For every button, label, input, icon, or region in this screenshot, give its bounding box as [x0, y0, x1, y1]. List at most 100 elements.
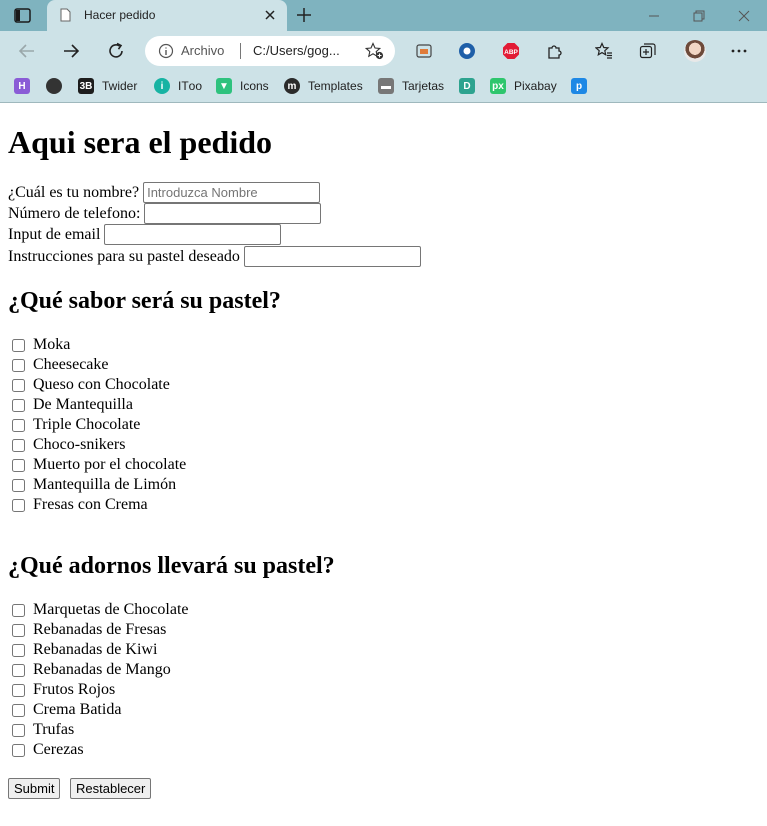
submit-button[interactable]: Submit: [8, 778, 61, 799]
address-url[interactable]: C:/Users/gog...: [253, 43, 340, 58]
flavor-option[interactable]: Triple Chocolate: [8, 416, 140, 434]
forward-icon[interactable]: [62, 42, 80, 60]
flavor-checkbox[interactable]: [12, 458, 25, 472]
topping-option[interactable]: Trufas: [8, 721, 74, 739]
topping-label: Rebanadas de Fresas: [33, 621, 167, 638]
flavor-option[interactable]: Fresas con Crema: [8, 496, 148, 514]
profile-avatar[interactable]: [684, 40, 706, 62]
name-input[interactable]: [143, 182, 321, 203]
flavor-label: Mantequilla de Limón: [33, 476, 177, 493]
name-field-row: ¿Cuál es tu nombre?: [8, 182, 321, 203]
extension-blue-icon[interactable]: [458, 42, 476, 60]
name-label: ¿Cuál es tu nombre?: [8, 183, 140, 201]
more-options-icon[interactable]: [730, 42, 748, 60]
new-tab-icon[interactable]: [296, 7, 312, 23]
topping-label: Trufas: [33, 721, 75, 738]
topping-checkbox[interactable]: [12, 683, 25, 697]
flavor-label: Moka: [33, 336, 71, 353]
topping-option[interactable]: Marquetas de Chocolate: [8, 601, 189, 619]
bookmark-item[interactable]: ▬ Tarjetas: [378, 77, 444, 95]
flavor-checkbox[interactable]: [12, 398, 25, 412]
flavor-checkbox[interactable]: [12, 498, 25, 512]
bookmark-item[interactable]: px Pixabay: [490, 77, 557, 95]
address-bar[interactable]: Archivo C:/Users/gog...: [145, 36, 395, 66]
topping-label: Cerezas: [33, 741, 84, 758]
flavor-label: Fresas con Crema: [33, 496, 148, 513]
bookmark-label: Tarjetas: [402, 79, 445, 93]
topping-checkbox[interactable]: [12, 743, 25, 757]
flavor-checkbox[interactable]: [12, 358, 25, 372]
bookmark-item[interactable]: 3B Twider: [78, 77, 137, 95]
flavor-option[interactable]: Mantequilla de Limón: [8, 476, 176, 494]
address-scheme-label: Archivo: [181, 43, 225, 58]
h-bookmark-icon: H: [14, 78, 30, 94]
topping-checkbox[interactable]: [12, 603, 25, 617]
close-window-icon[interactable]: [737, 9, 751, 23]
topping-option[interactable]: Cerezas: [8, 741, 84, 759]
address-separator: [240, 43, 241, 59]
toppings-heading: ¿Qué adornos llevará su pastel?: [8, 553, 335, 579]
topping-label: Rebanadas de Kiwi: [33, 641, 158, 658]
tab-title: Hacer pedido: [84, 8, 156, 22]
flavor-label: Choco-snikers: [33, 436, 126, 453]
github-icon: [46, 78, 62, 94]
sidebar-toggle-icon[interactable]: [14, 8, 31, 23]
flavor-option[interactable]: Choco-snikers: [8, 436, 125, 454]
topping-option[interactable]: Rebanadas de Fresas: [8, 621, 166, 639]
flavors-heading: ¿Qué sabor será su pastel?: [8, 288, 281, 314]
collections-icon[interactable]: [639, 42, 657, 60]
flavor-option[interactable]: Cheesecake: [8, 356, 109, 374]
adblock-plus-icon[interactable]: ABP: [502, 42, 520, 60]
topping-label: Marquetas de Chocolate: [33, 601, 189, 618]
flavor-option[interactable]: Queso con Chocolate: [8, 376, 170, 394]
topping-option[interactable]: Rebanadas de Mango: [8, 661, 171, 679]
flavor-option[interactable]: Muerto por el chocolate: [8, 456, 186, 474]
bookmark-item[interactable]: D: [459, 77, 483, 95]
bookmark-item[interactable]: ▼ Icons: [216, 77, 269, 95]
minimize-icon[interactable]: [647, 9, 661, 23]
flavor-option[interactable]: De Mantequilla: [8, 396, 133, 414]
favorites-icon[interactable]: [595, 42, 613, 60]
bookmark-item[interactable]: p: [571, 77, 595, 95]
reset-button[interactable]: Restablecer: [70, 778, 152, 799]
bookmark-label: Templates: [308, 79, 363, 93]
add-favorite-icon[interactable]: [365, 42, 384, 60]
topping-label: Frutos Rojos: [33, 681, 116, 698]
info-icon[interactable]: [158, 43, 174, 59]
flavor-checkbox[interactable]: [12, 378, 25, 392]
email-input[interactable]: [104, 224, 282, 245]
twider-icon: 3B: [78, 78, 94, 94]
browser-tab[interactable]: Hacer pedido: [47, 0, 287, 31]
topping-option[interactable]: Crema Batida: [8, 701, 121, 719]
pixabay-icon: px: [490, 78, 506, 94]
flavor-option[interactable]: Moka: [8, 336, 70, 354]
restore-icon[interactable]: [692, 9, 706, 23]
flavor-checkbox[interactable]: [12, 418, 25, 432]
phone-input[interactable]: [144, 203, 322, 224]
topping-checkbox[interactable]: [12, 703, 25, 717]
flavor-checkbox[interactable]: [12, 338, 25, 352]
close-tab-icon[interactable]: [264, 9, 276, 21]
bookmark-item[interactable]: [46, 77, 70, 95]
bookmark-item[interactable]: H: [14, 77, 38, 95]
extensions-puzzle-icon[interactable]: [546, 42, 564, 60]
back-icon[interactable]: [18, 42, 36, 60]
topping-checkbox[interactable]: [12, 643, 25, 657]
topping-checkbox[interactable]: [12, 663, 25, 677]
instructions-input[interactable]: [243, 246, 421, 267]
flavor-label: Muerto por el chocolate: [33, 456, 187, 473]
collections-extension-icon[interactable]: [415, 42, 433, 60]
topping-option[interactable]: Frutos Rojos: [8, 681, 115, 699]
topping-checkbox[interactable]: [12, 723, 25, 737]
bookmark-item[interactable]: m Templates: [284, 77, 363, 95]
phone-field-row: Número de telefono:: [8, 203, 322, 224]
bookmark-item[interactable]: i ITоо: [154, 77, 202, 95]
templates-icon: m: [284, 78, 300, 94]
topping-option[interactable]: Rebanadas de Kiwi: [8, 641, 157, 659]
flavor-checkbox[interactable]: [12, 438, 25, 452]
bookmarks-bar: H 3B Twider i ITоо ▼ Icons m Templates ▬ Tarjetas D…: [0, 70, 767, 103]
flavor-checkbox[interactable]: [12, 478, 25, 492]
instructions-label: Instrucciones para su pastel deseado: [8, 247, 240, 265]
topping-checkbox[interactable]: [12, 623, 25, 637]
refresh-icon[interactable]: [107, 42, 125, 60]
